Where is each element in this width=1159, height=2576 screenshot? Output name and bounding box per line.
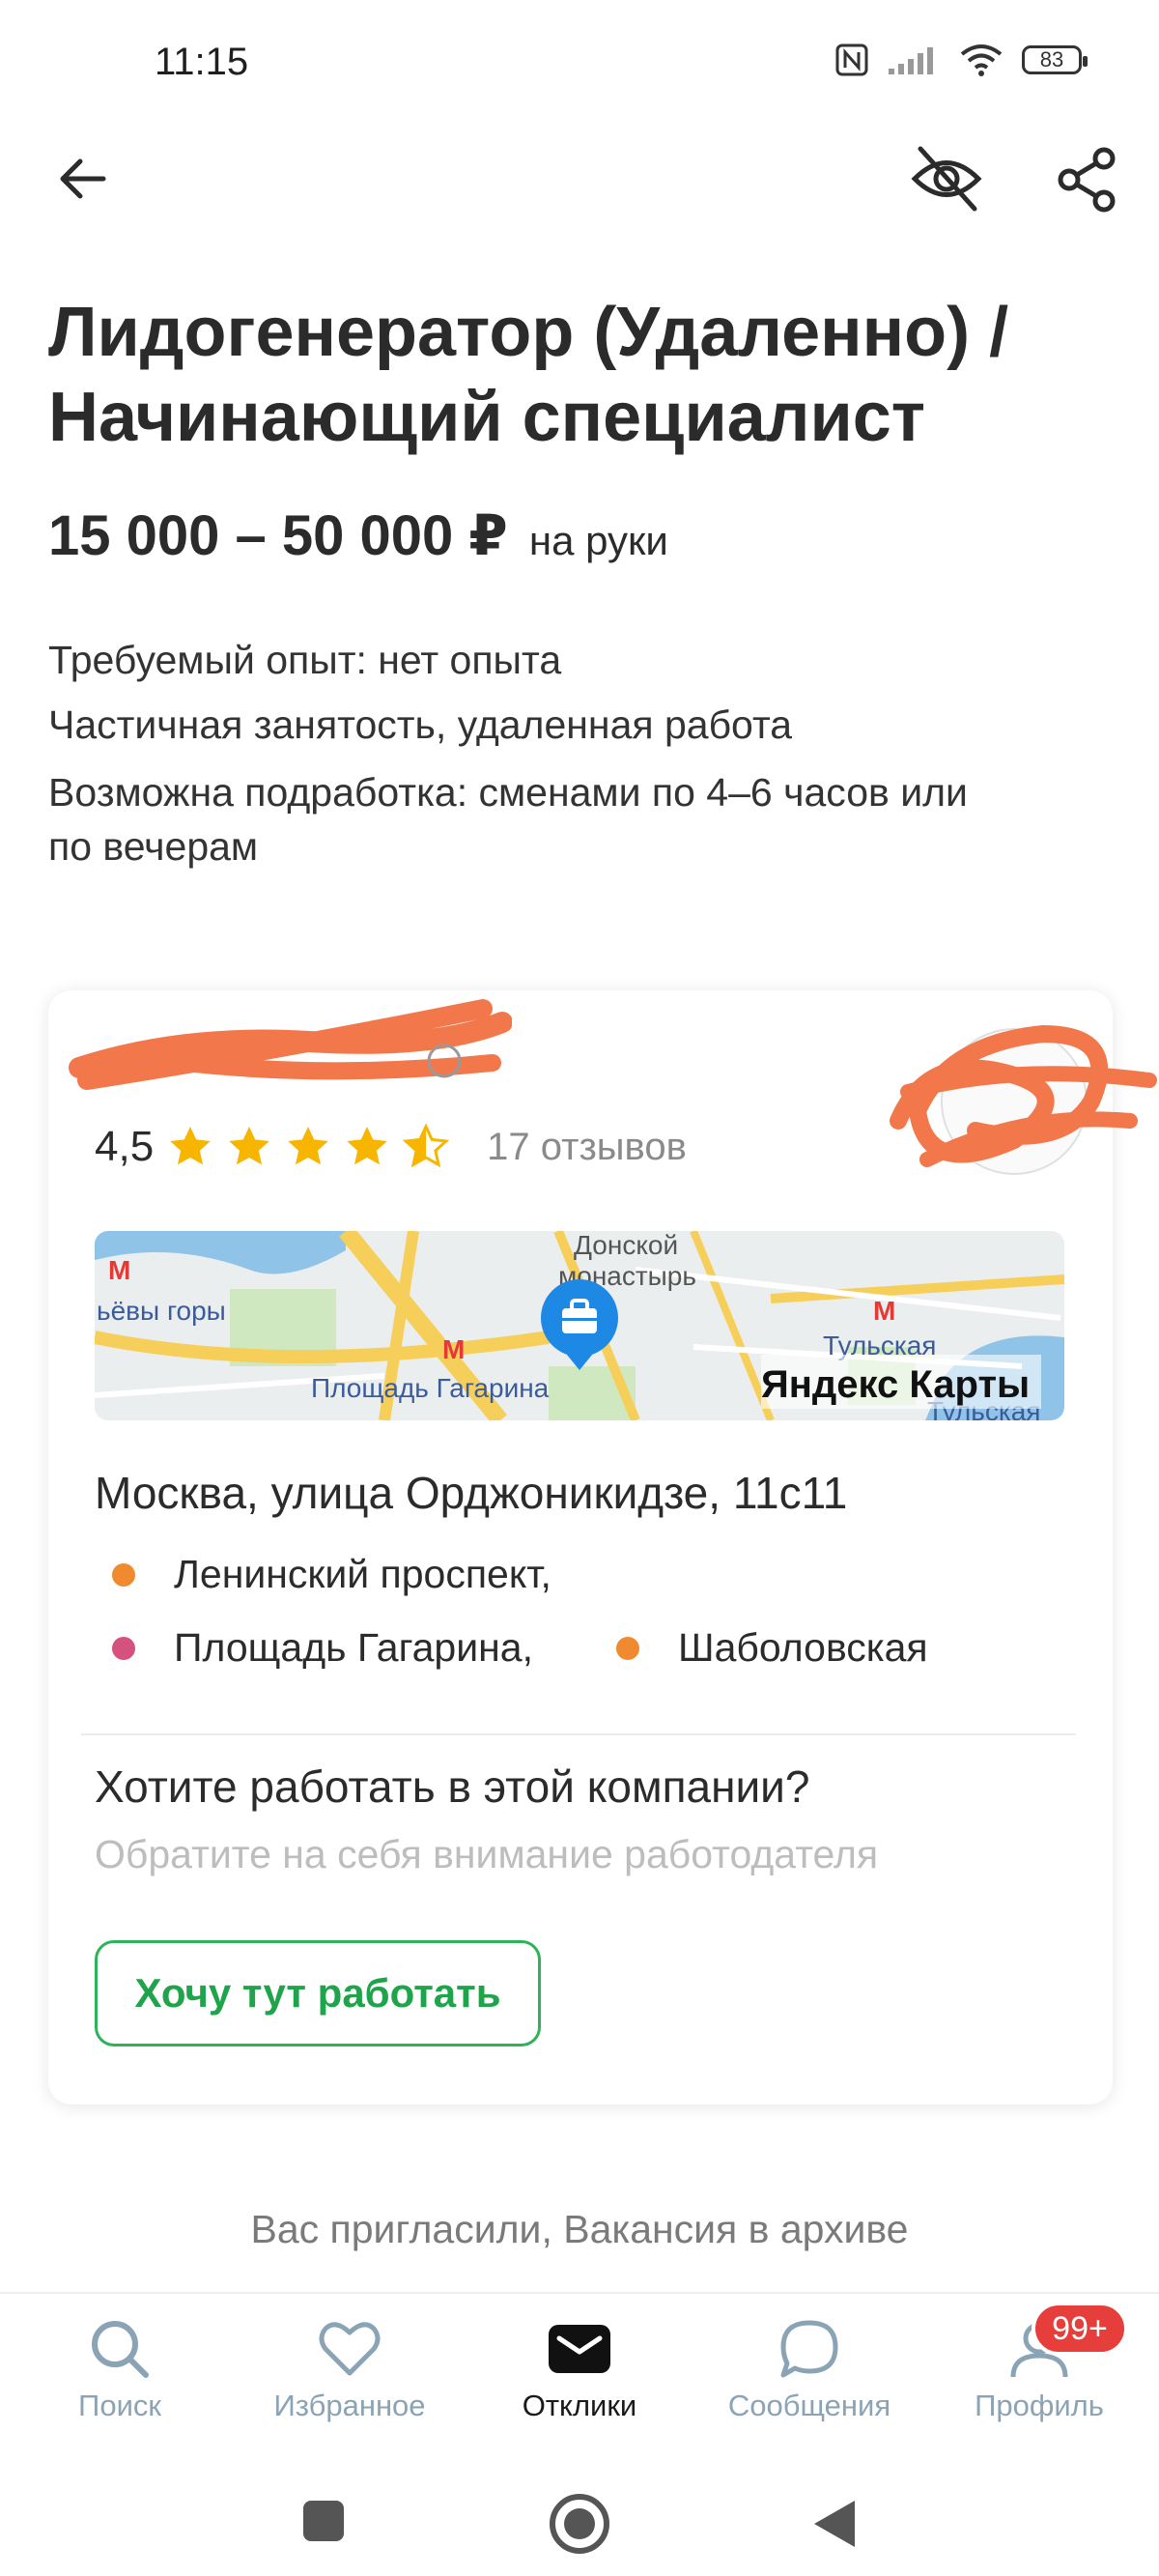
- yandex-maps-logo: Яндекс Карты: [761, 1363, 1030, 1406]
- profile-notification-badge: 99+: [1032, 2302, 1128, 2356]
- battery-indicator: 83: [1022, 45, 1088, 74]
- tab-label: Отклики: [522, 2389, 637, 2422]
- svg-text:M: M: [442, 1334, 465, 1364]
- redacted-company-logo: [890, 1024, 1157, 1175]
- experience-text: Требуемый опыт: нет опыта: [48, 638, 562, 682]
- recent-apps-button[interactable]: [299, 2497, 348, 2545]
- status-time: 11:15: [155, 41, 249, 83]
- share-button[interactable]: [1053, 145, 1122, 215]
- cta-hint: Обратите на себя внимание работодателя: [95, 1832, 879, 1876]
- envelope-icon: [549, 2325, 610, 2373]
- vacancy-title: Лидогенератор (Удаленно) / Начинающий сп…: [48, 290, 1111, 460]
- star-full-icon: [229, 1127, 269, 1165]
- tab-responses[interactable]: Отклики: [483, 2315, 676, 2423]
- back-nav-button[interactable]: [807, 2497, 862, 2551]
- star-half-icon: [403, 1124, 450, 1168]
- svg-text:M: M: [108, 1255, 130, 1285]
- want-to-work-button[interactable]: Хочу тут работать: [95, 1940, 541, 2046]
- nfc-icon: [835, 43, 868, 76]
- metro-station-name: Шаболовская: [678, 1625, 928, 1670]
- chat-bubble-icon: [780, 2320, 838, 2378]
- company-rating[interactable]: 4,5 17 отзывов: [95, 1123, 687, 1171]
- redacted-company-name: [69, 999, 512, 1090]
- metro-station-2: Площадь Гагарина,: [112, 1625, 533, 1671]
- salary-note: на руки: [528, 518, 668, 563]
- cta-question: Хотите работать в этой компании?: [95, 1761, 810, 1812]
- metro-station-name: Ленинский проспект,: [174, 1552, 551, 1596]
- tab-label: Профиль: [975, 2389, 1104, 2422]
- map-label-4: Площадь Гагарина: [311, 1373, 550, 1403]
- top-bar: [0, 126, 1159, 232]
- map-label-3: ьёвы горы: [97, 1296, 226, 1326]
- triangle-back-icon: [814, 2501, 855, 2547]
- arrow-left-icon: [60, 158, 106, 199]
- map-image: M M M Донской монастырь ьёвы горы Площад…: [95, 1231, 1064, 1420]
- tab-label: Сообщения: [727, 2389, 891, 2422]
- signal-icon: [889, 47, 933, 74]
- home-button[interactable]: [549, 2493, 610, 2555]
- reviews-count[interactable]: 17 отзывов: [487, 1126, 687, 1169]
- rating-value: 4,5: [95, 1123, 155, 1170]
- heart-icon: [319, 2322, 381, 2376]
- star-full-icon: [347, 1127, 387, 1165]
- square-icon: [303, 2501, 344, 2541]
- hide-vacancy-button[interactable]: [908, 140, 985, 217]
- search-icon: [92, 2321, 149, 2378]
- salary: 15 000 – 50 000 ₽ на руки: [48, 502, 668, 568]
- status-bar: 11:15 83: [0, 0, 1159, 126]
- side-job-line2: по вечерам: [48, 824, 259, 869]
- metro-station-1: Ленинский проспект,: [112, 1552, 551, 1597]
- status-icons: 83: [834, 43, 1088, 77]
- metro-line-dot: [616, 1636, 639, 1660]
- wifi-icon: [960, 44, 1003, 76]
- card-divider: [81, 1733, 1076, 1735]
- side-job-line1: Возможна подработка: сменами по 4–6 часо…: [48, 770, 968, 815]
- side-job-text: Возможна подработка: сменами по 4–6 часо…: [48, 765, 1120, 873]
- tab-label: Избранное: [273, 2389, 426, 2422]
- vacancy-title-line1: Лидогенератор (Удаленно) /: [48, 294, 1009, 371]
- map-label-1: Донской: [574, 1231, 678, 1260]
- share-icon: [1058, 147, 1116, 213]
- map-preview[interactable]: M M M Донской монастырь ьёвы горы Площад…: [95, 1231, 1064, 1420]
- vacancy-status-note: Вас пригласили, Вакансия в архиве: [250, 2207, 909, 2251]
- eye-off-icon: [911, 146, 982, 212]
- star-full-icon: [170, 1127, 211, 1165]
- salary-range: 15 000 – 50 000 ₽: [48, 504, 508, 567]
- home-circle-icon: [550, 2494, 609, 2554]
- bottom-tab-bar: Поиск Избранное Отклики Сообщения Профил…: [0, 2292, 1159, 2468]
- back-button[interactable]: [48, 145, 116, 213]
- tab-search[interactable]: Поиск: [23, 2315, 216, 2423]
- tab-favorites[interactable]: Избранное: [253, 2315, 446, 2423]
- metro-line-dot: [112, 1562, 135, 1587]
- system-nav-bar: [0, 2466, 1159, 2576]
- company-address: Москва, улица Орджоникидзе, 11с11: [95, 1468, 848, 1518]
- tab-label: Поиск: [78, 2389, 161, 2422]
- vacancy-title-line2: Начинающий специалист: [48, 379, 926, 456]
- metro-station-name: Площадь Гагарина,: [174, 1625, 533, 1670]
- star-full-icon: [288, 1127, 328, 1165]
- rating-stars: [167, 1124, 462, 1170]
- metro-station-3: Шаболовская: [616, 1625, 928, 1671]
- metro-line-dot: [112, 1636, 135, 1660]
- tab-messages[interactable]: Сообщения: [713, 2315, 906, 2423]
- employment-text: Частичная занятость, удаленная работа: [48, 702, 793, 747]
- svg-text:M: M: [873, 1296, 895, 1326]
